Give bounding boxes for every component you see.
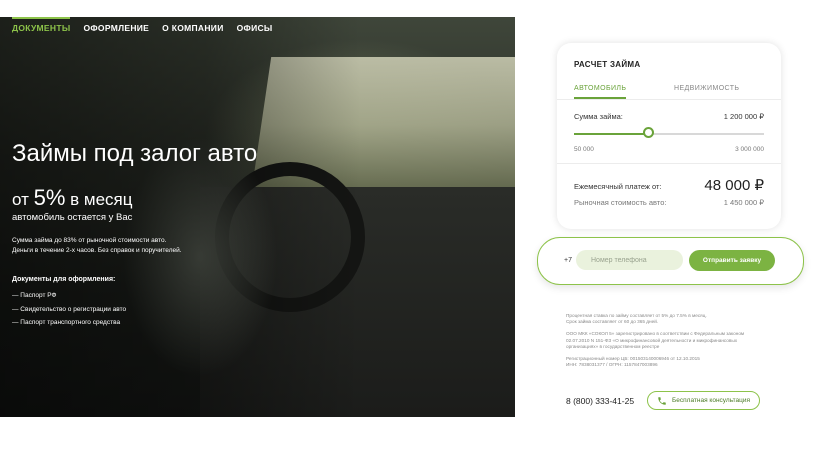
hero-title: Займы под залог авто xyxy=(12,140,258,167)
consult-label: Бесплатная консультация xyxy=(672,397,750,404)
callback-form: +7 Отправить заявку xyxy=(537,237,804,285)
top-nav: ДОКУМЕНТЫ ОФОРМЛЕНИЕ О КОМПАНИИ ОФИСЫ xyxy=(12,17,273,39)
nav-item-documents[interactable]: ДОКУМЕНТЫ xyxy=(12,17,71,39)
tab-real-estate[interactable]: НЕДВИЖИМОСТЬ xyxy=(674,85,739,92)
hero-desc-line: Деньги в течение 2-х часов. Без справок … xyxy=(12,247,182,254)
amount-slider[interactable] xyxy=(574,127,764,138)
rate-prefix: от xyxy=(12,190,29,209)
rate-suffix: в месяц xyxy=(70,190,133,209)
tab-car[interactable]: АВТОМОБИЛЬ xyxy=(574,85,627,99)
tabs-divider xyxy=(557,99,781,100)
legal-disclaimer: Процентная ставка по займу составляет от… xyxy=(566,313,766,374)
nav-item-registration[interactable]: ОФОРМЛЕНИЕ xyxy=(83,17,149,39)
monthly-value: 48 000 ₽ xyxy=(704,177,764,194)
hero-subtitle: автомобиль остается у Вас xyxy=(12,212,133,223)
docs-list-item: — Паспорт транспортного средства xyxy=(12,319,121,326)
slider-fill xyxy=(574,133,649,135)
calc-divider xyxy=(557,163,781,164)
disclaimer-line: Срок займа составляет от 60 до 365 дней. xyxy=(566,319,659,325)
calculator-tabs: АВТОМОБИЛЬ НЕДВИЖИМОСТЬ xyxy=(574,85,764,99)
disclaimer-line: организациях» в государственном реестре xyxy=(566,343,660,349)
hero-rate: от 5% в месяц xyxy=(12,185,132,211)
docs-title: Документы для оформления: xyxy=(12,276,116,283)
market-value: 1 450 000 ₽ xyxy=(723,198,764,207)
nav-item-about[interactable]: О КОМПАНИИ xyxy=(162,17,223,39)
docs-list-item: — Свидетельство о регистрации авто xyxy=(12,305,127,313)
docs-list: — Паспорт РФ — Свидетельство о регистрац… xyxy=(12,289,126,330)
disclaimer-line: ИНН: 7838031377 / ОГРН: 1157847003896 xyxy=(566,362,658,368)
docs-list-item: — Паспорт РФ xyxy=(12,292,57,299)
disclaimer-paragraph: ООО МКК «СОКОЛ 5» зарегистрировано в соо… xyxy=(566,331,766,350)
disclaimer-line: Регистрационный номер ЦБ: 00150314000694… xyxy=(566,356,700,362)
disclaimer-line: ООО МКК «СОКОЛ 5» зарегистрировано в соо… xyxy=(566,331,745,337)
contact-phone[interactable]: 8 (800) 333-41-25 xyxy=(566,396,634,406)
market-label: Рыночная стоимость авто: xyxy=(574,198,667,207)
hero-description: Сумма займа до 83% от рыночной стоимости… xyxy=(12,236,182,256)
phone-icon xyxy=(654,393,670,409)
nav-item-offices[interactable]: ОФИСЫ xyxy=(237,17,273,39)
calculator-title: РАСЧЕТ ЗАЙМА xyxy=(574,60,641,69)
rate-value: 5% xyxy=(33,185,66,210)
amount-value: 1 200 000 ₽ xyxy=(723,112,764,121)
amount-label: Сумма займа: xyxy=(574,112,623,121)
phone-input[interactable] xyxy=(576,250,683,270)
slider-thumb[interactable] xyxy=(643,127,655,138)
slider-max: 3 000 000 xyxy=(735,146,764,153)
monthly-label: Ежемесячный платеж от: xyxy=(574,182,662,191)
submit-request-button[interactable]: Отправить заявку xyxy=(689,250,775,271)
free-consultation-button[interactable]: Бесплатная консультация xyxy=(647,391,760,410)
disclaimer-line: Процентная ставка по займу составляет от… xyxy=(566,313,707,318)
hero-desc-line: Сумма займа до 83% от рыночной стоимости… xyxy=(12,237,167,244)
slider-min: 50 000 xyxy=(574,146,594,153)
loan-calculator-card: РАСЧЕТ ЗАЙМА АВТОМОБИЛЬ НЕДВИЖИМОСТЬ Сум… xyxy=(557,43,781,229)
disclaimer-line: 02.07.2010 N 151-ФЗ «О микрофинансовой д… xyxy=(566,337,738,343)
disclaimer-paragraph: Регистрационный номер ЦБ: 00150314000694… xyxy=(566,356,766,368)
phone-prefix: +7 xyxy=(564,257,572,264)
disclaimer-paragraph: Процентная ставка по займу составляет от… xyxy=(566,313,766,325)
